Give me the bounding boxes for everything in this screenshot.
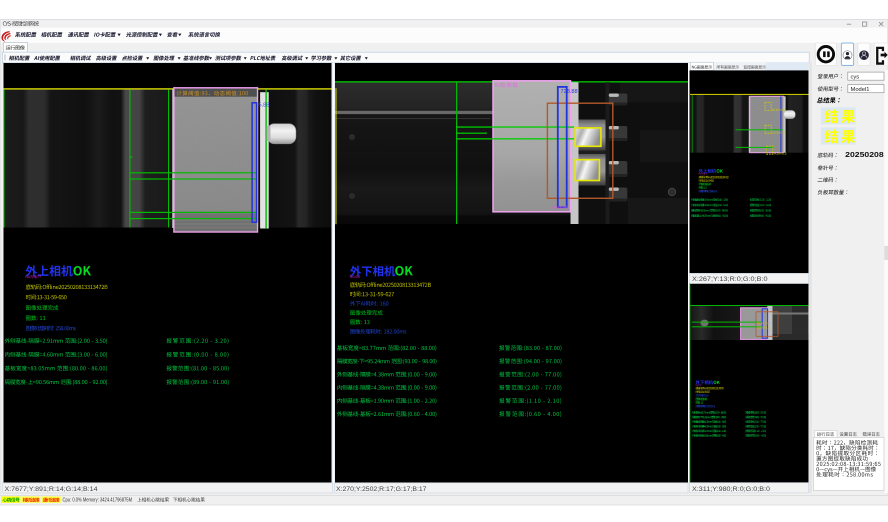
svg-text:5.88: 5.88: [259, 102, 270, 108]
svg-text:Model1: Model1: [851, 87, 870, 93]
svg-text:X:7677;Y:891;R:14;G:14;B:14: X:7677;Y:891;R:14;G:14;B:14: [5, 486, 98, 493]
svg-text:20250208: 20250208: [845, 150, 884, 159]
svg-text:X:311;Y:980;R:0;G:0;B:0: X:311;Y:980;R:0;G:0;B:0: [692, 486, 770, 493]
svg-text:728.88: 728.88: [561, 89, 578, 95]
svg-text:Cpu: 0.0% Memory: 3424.4179687: Cpu: 0.0% Memory: 3424.41796875M: [63, 497, 133, 503]
svg-text:X:267;Y:13;R:0;G:0;B:0: X:267;Y:13;R:0;G:0;B:0: [692, 276, 768, 283]
svg-text:cys: cys: [851, 74, 860, 80]
svg-text:X:270;Y:2502;R:17;G:17;B:17: X:270;Y:2502;R:17;G:17;B:17: [336, 486, 427, 493]
